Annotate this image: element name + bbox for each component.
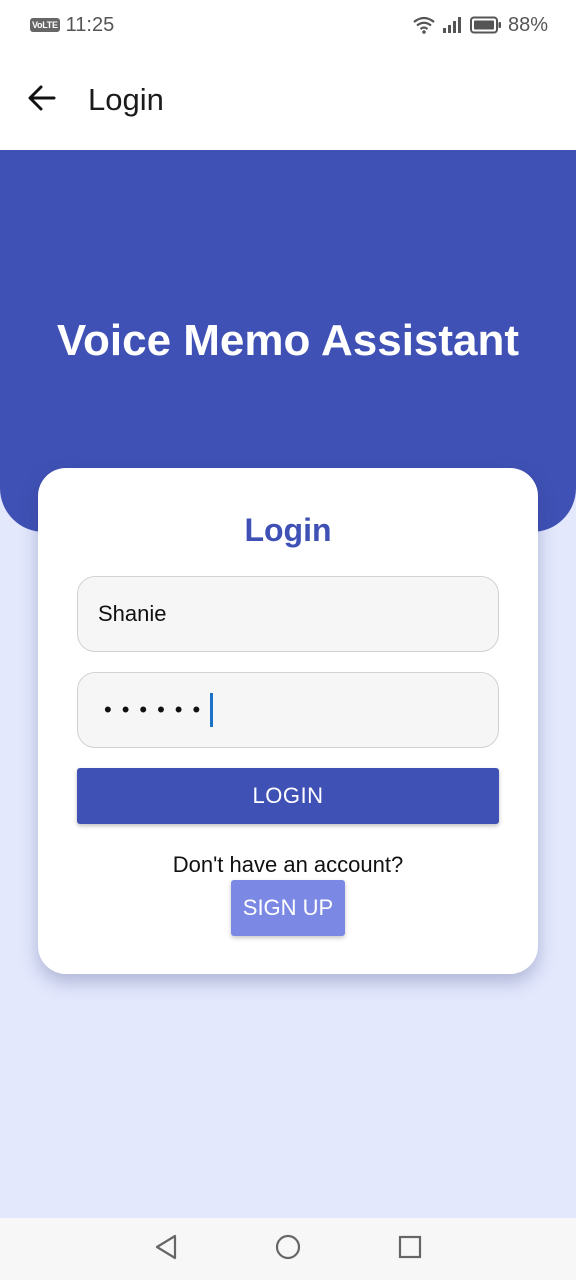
- battery-percent: 88%: [507, 13, 548, 36]
- text-cursor: [210, 693, 214, 727]
- login-button[interactable]: LOGIN: [77, 768, 499, 824]
- status-time: 11:25: [65, 13, 115, 36]
- system-nav-bar: [0, 1218, 576, 1280]
- password-value: ••••••: [104, 697, 211, 722]
- back-triangle-icon: [153, 1233, 179, 1266]
- wifi-icon: [412, 15, 436, 35]
- signup-button[interactable]: SIGN UP: [231, 880, 345, 936]
- volte-badge: VoLTE: [30, 18, 60, 32]
- app-name-heading: Voice Memo Assistant: [56, 316, 520, 365]
- status-left: VoLTE 11:25: [30, 14, 114, 37]
- recents-square-icon: [397, 1234, 423, 1265]
- password-input[interactable]: ••••••: [77, 672, 499, 748]
- battery-icon: [469, 16, 502, 34]
- nav-recents-button[interactable]: [392, 1231, 428, 1267]
- status-right: 88%: [412, 14, 548, 37]
- status-bar: VoLTE 11:25 88%: [0, 0, 576, 50]
- nav-home-button[interactable]: [270, 1231, 306, 1267]
- arrow-left-icon: [27, 84, 57, 117]
- home-circle-icon: [274, 1233, 302, 1266]
- nav-back-button[interactable]: [148, 1231, 184, 1267]
- login-card-title: Login: [244, 512, 332, 548]
- app-bar: Login: [0, 50, 576, 150]
- login-card: Login Shanie •••••• LOGIN Don't have an …: [38, 468, 538, 974]
- no-account-text: Don't have an account?: [172, 852, 404, 877]
- back-button[interactable]: [22, 80, 62, 120]
- page-title: Login: [88, 82, 164, 117]
- username-value: Shanie: [98, 601, 167, 626]
- username-input[interactable]: Shanie: [77, 576, 499, 652]
- signal-icon: [442, 16, 464, 34]
